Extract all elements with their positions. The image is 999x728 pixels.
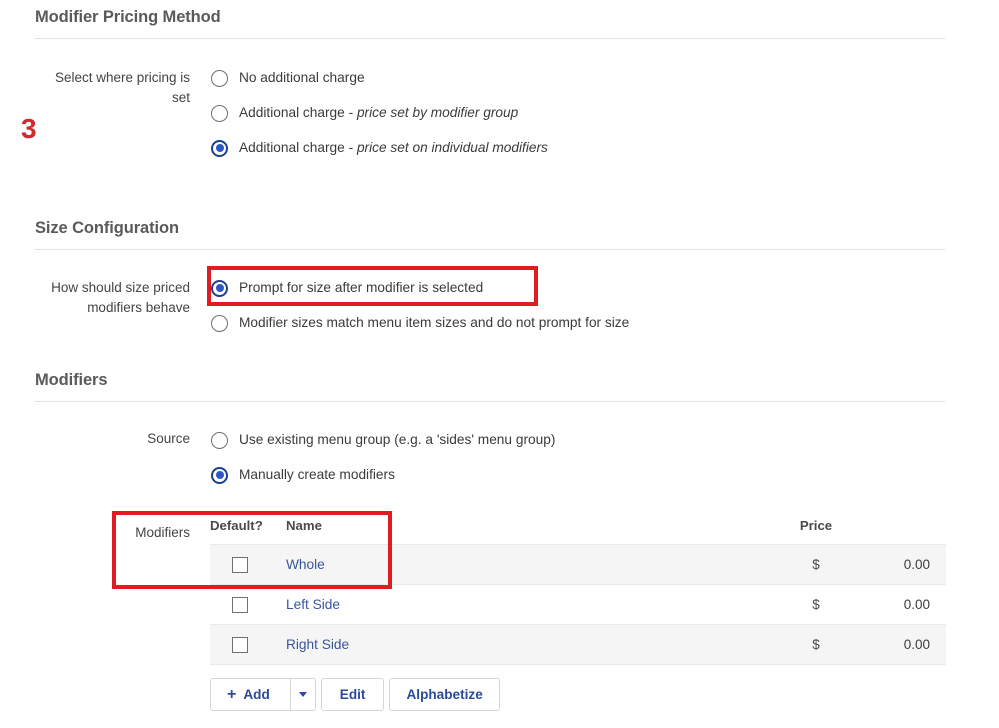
radio-indicator-charge-by-modifier-group[interactable] [211,105,228,122]
cell-currency-left-side: $ [776,585,856,625]
price-value[interactable]: 0.00 [856,557,946,572]
radio-charge-by-modifier-group[interactable]: Additional charge - price set by modifie… [211,101,518,125]
radio-no-additional-charge[interactable]: No additional charge [211,66,365,90]
column-header-price: Price [776,518,856,545]
radio-label-prompt-for-size: Prompt for size after modifier is select… [239,279,483,297]
table-row[interactable]: Right Side $ 0.00 [210,625,946,665]
column-header-default: Default? [210,518,286,545]
radio-label-emphasis-charge-by-modifier-group: price set by modifier group [357,105,518,120]
cell-name-whole[interactable]: Whole [286,545,776,585]
price-value[interactable]: 0.00 [856,637,946,652]
add-button-label: Add [243,687,269,702]
section-header-modifiers: Modifiers [35,371,945,402]
currency-symbol: $ [776,597,856,612]
cell-price-left-side[interactable]: 0.00 [856,585,946,625]
radio-label-sizes-match-menu-item: Modifier sizes match menu item sizes and… [239,314,629,332]
size-field-label-line2: modifiers behave [87,300,190,315]
modifiers-table-head: Default? Name Price [210,518,946,545]
cell-currency-whole: $ [776,545,856,585]
edit-button-label: Edit [340,687,366,702]
cell-default-right-side[interactable] [210,625,286,665]
edit-button[interactable]: Edit [321,678,385,711]
chevron-down-icon [299,692,307,697]
radio-label-manually-create-modifiers: Manually create modifiers [239,466,395,484]
radio-label-charge-individual-modifiers: Additional charge - price set on individ… [239,139,548,157]
radio-label-text-charge-individual-modifiers: Additional charge - [239,140,357,155]
pricing-field-label-line2: set [172,90,190,105]
radio-indicator-no-additional-charge[interactable] [211,70,228,87]
currency-symbol: $ [776,637,856,652]
price-value[interactable]: 0.00 [856,597,946,612]
annotation-step-number: 3 [21,115,37,143]
modifiers-action-buttons: + Add Edit Alphabetize [210,678,500,711]
column-header-price-value-spacer [856,518,946,545]
radio-label-emphasis-charge-individual-modifiers: price set on individual modifiers [357,140,548,155]
pricing-field-label: Select where pricing is set [35,68,190,108]
radio-indicator-prompt-for-size[interactable] [211,280,228,297]
table-row[interactable]: Whole $ 0.00 [210,545,946,585]
size-field-label: How should size priced modifiers behave [35,278,190,318]
radio-label-charge-by-modifier-group: Additional charge - price set by modifie… [239,104,518,122]
alphabetize-button-label: Alphabetize [406,687,482,702]
currency-symbol: $ [776,557,856,572]
cell-name-right-side[interactable]: Right Side [286,625,776,665]
radio-prompt-for-size[interactable]: Prompt for size after modifier is select… [211,276,483,300]
modifiers-table-body: Whole $ 0.00 Left Side $ [210,545,946,665]
modifier-name-link[interactable]: Whole [286,557,325,572]
cell-currency-right-side: $ [776,625,856,665]
radio-indicator-charge-individual-modifiers[interactable] [211,140,228,157]
radio-indicator-sizes-match-menu-item[interactable] [211,315,228,332]
modifier-name-link[interactable]: Left Side [286,597,340,612]
modifiers-table-header-row: Default? Name Price [210,518,946,545]
section-header-size-configuration: Size Configuration [35,219,945,250]
radio-label-no-additional-charge: No additional charge [239,69,365,87]
radio-label-text-charge-by-modifier-group: Additional charge - [239,105,357,120]
modifiers-table: Default? Name Price Whole $ 0.00 [210,518,946,665]
modifiers-table-label: Modifiers [35,523,190,543]
alphabetize-button[interactable]: Alphabetize [389,678,499,711]
modifier-name-link[interactable]: Right Side [286,637,349,652]
modifier-configuration-page: Modifier Pricing Method Select where pri… [0,0,999,728]
radio-label-use-existing-menu-group: Use existing menu group (e.g. a 'sides' … [239,431,555,449]
column-header-name: Name [286,518,776,545]
radio-indicator-use-existing-menu-group[interactable] [211,432,228,449]
table-row[interactable]: Left Side $ 0.00 [210,585,946,625]
source-field-label: Source [35,429,190,449]
cell-price-whole[interactable]: 0.00 [856,545,946,585]
cell-default-left-side[interactable] [210,585,286,625]
checkbox-default-right-side[interactable] [232,637,248,653]
cell-name-left-side[interactable]: Left Side [286,585,776,625]
add-dropdown-button[interactable] [290,678,316,711]
add-button[interactable]: + Add [210,678,291,711]
radio-indicator-manually-create-modifiers[interactable] [211,467,228,484]
checkbox-default-left-side[interactable] [232,597,248,613]
section-header-modifier-pricing-method: Modifier Pricing Method [35,8,945,39]
cell-default-whole[interactable] [210,545,286,585]
plus-icon: + [227,687,236,703]
radio-charge-individual-modifiers[interactable]: Additional charge - price set on individ… [211,136,548,160]
pricing-field-label-line1: Select where pricing is [55,70,190,85]
size-field-label-line1: How should size priced [51,280,190,295]
radio-manually-create-modifiers[interactable]: Manually create modifiers [211,463,395,487]
cell-price-right-side[interactable]: 0.00 [856,625,946,665]
radio-use-existing-menu-group[interactable]: Use existing menu group (e.g. a 'sides' … [211,428,555,452]
checkbox-default-whole[interactable] [232,557,248,573]
radio-sizes-match-menu-item[interactable]: Modifier sizes match menu item sizes and… [211,311,629,335]
